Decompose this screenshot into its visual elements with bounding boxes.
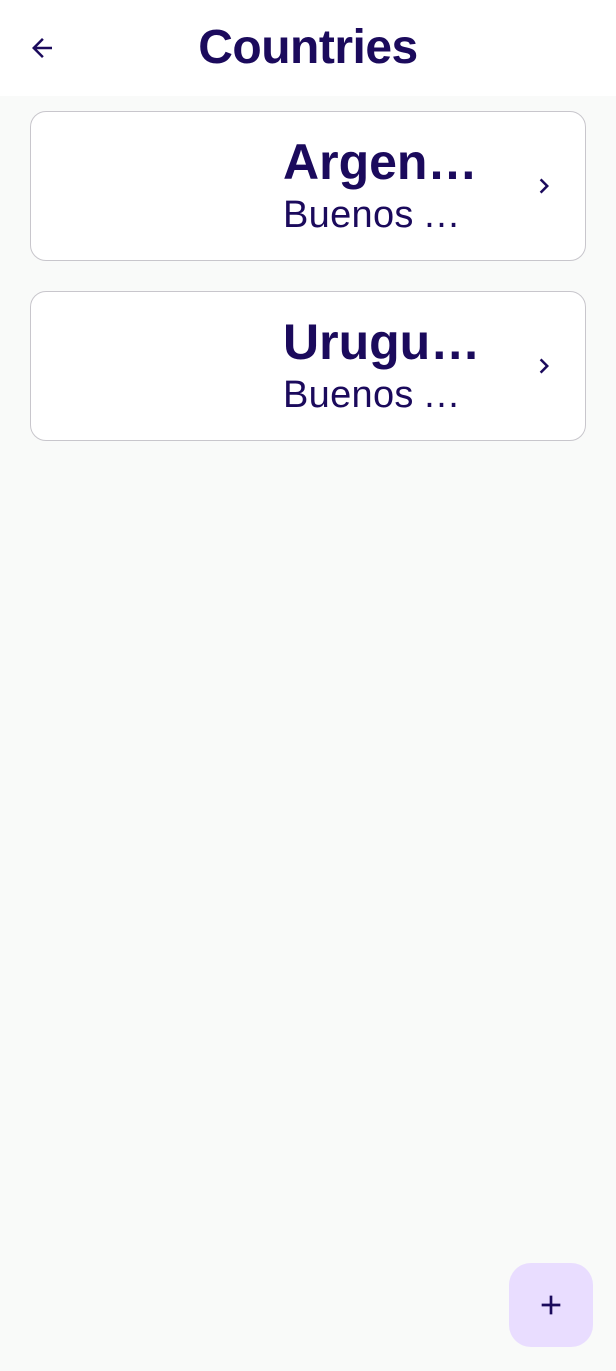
chevron-right-icon [527, 169, 561, 203]
country-card-uruguay[interactable]: Uruguay Buenos Aires [30, 291, 586, 441]
add-country-button[interactable] [509, 1263, 593, 1347]
plus-icon [541, 1295, 561, 1315]
chevron-right-icon [527, 349, 561, 383]
country-name: Argentina [283, 134, 481, 190]
card-text: Uruguay Buenos Aires [283, 312, 481, 418]
country-capital: Buenos Aires [283, 194, 481, 236]
arrow-left-icon [32, 38, 52, 58]
country-name: Uruguay [283, 314, 481, 370]
country-list: Argentina Buenos Aires Uruguay Buenos Ai… [30, 111, 586, 471]
country-card-argentina[interactable]: Argentina Buenos Aires [30, 111, 586, 261]
card-text: Argentina Buenos Aires [283, 132, 481, 238]
app-bar: Countries [0, 0, 616, 96]
country-capital: Buenos Aires [283, 374, 481, 416]
page-title: Countries [198, 21, 418, 74]
back-button[interactable] [18, 24, 66, 72]
